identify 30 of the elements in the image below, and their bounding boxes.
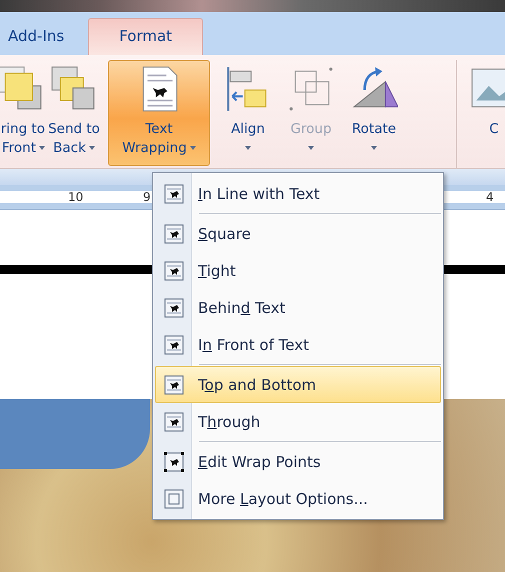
group-icon [287, 65, 335, 113]
wrap-style-icon [164, 412, 184, 432]
menu-item[interactable]: Behind Text [155, 289, 441, 326]
wrap-style-icon [164, 488, 184, 508]
ribbon-button[interactable]: Send to Back [47, 60, 101, 166]
ribbon-tab[interactable]: Add-Ins [4, 19, 78, 55]
ribbon-tab[interactable]: Format [88, 18, 204, 55]
menu-item[interactable]: More Layout Options... [155, 480, 441, 517]
wrap-style-icon [164, 334, 184, 354]
ribbon-button[interactable]: C [467, 60, 505, 166]
wrap-style-icon [164, 298, 184, 318]
ruler-number: 4 [486, 190, 494, 204]
menu-item[interactable]: Tight [155, 252, 441, 289]
menu-item[interactable]: In Front of Text [155, 326, 441, 363]
ruler-number: 10 [68, 190, 84, 204]
menu-item[interactable]: In Line with Text [155, 175, 441, 212]
ruler-number: 9 [143, 190, 151, 204]
wrap-style-icon [164, 224, 184, 244]
ribbon-button[interactable]: Align [217, 60, 279, 166]
wrap-style-icon [164, 184, 184, 204]
ribbon-button[interactable]: Rotate [343, 60, 405, 166]
wrap-style-icon [164, 374, 184, 394]
menu-item[interactable]: Top and Bottom [155, 366, 441, 403]
menu-item[interactable]: Through [155, 403, 441, 440]
ribbon-button[interactable]: ring to Front [0, 60, 46, 166]
ribbon-button[interactable]: Text Wrapping [108, 60, 210, 166]
menu-item[interactable]: Square [155, 215, 441, 252]
wrap-style-icon [164, 260, 184, 280]
wrap-style-icon [164, 452, 184, 472]
menu-item[interactable]: Edit Wrap Points [155, 443, 441, 480]
